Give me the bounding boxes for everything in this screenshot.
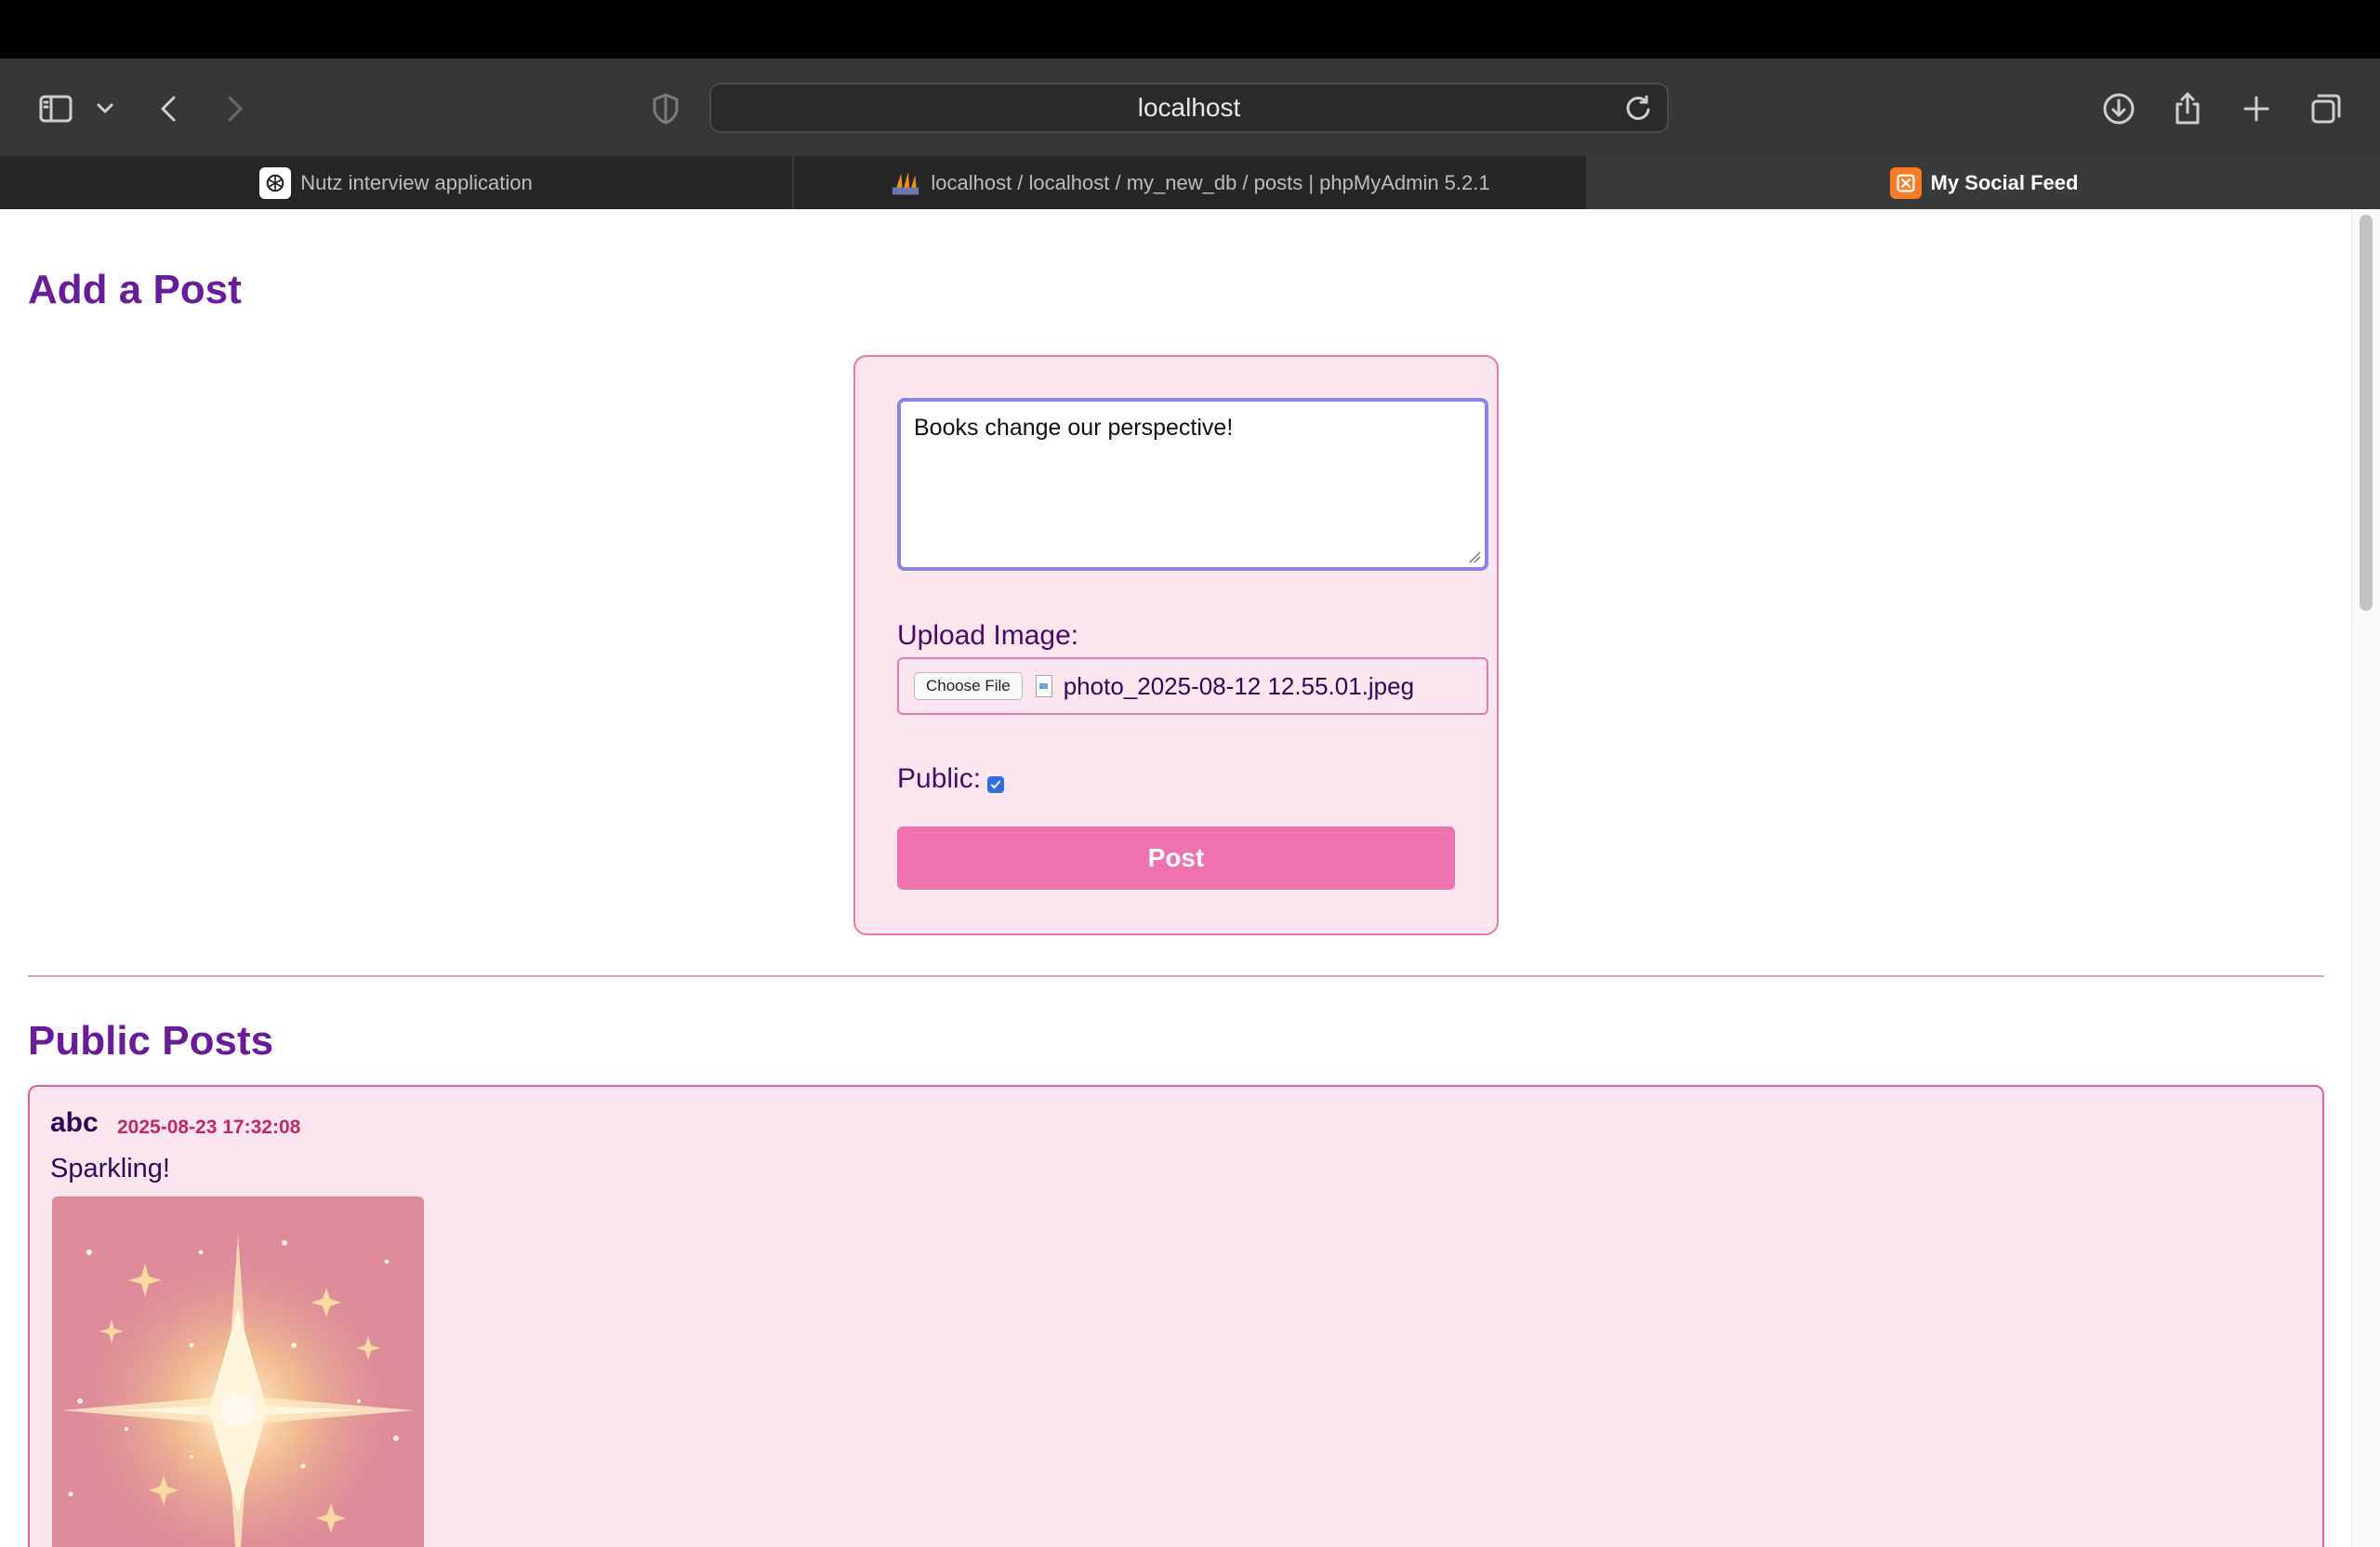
tab-label: My Social Feed [1930, 170, 2079, 194]
add-post-form: Books change our perspective! Upload Ima… [853, 355, 1499, 935]
phpmyadmin-icon [890, 167, 921, 199]
reload-icon[interactable] [1622, 92, 1654, 124]
tab-nutz-interview[interactable]: Nutz interview application [0, 156, 794, 209]
tab-label: localhost / localhost / my_new_db / post… [931, 170, 1490, 194]
section-divider [28, 975, 2324, 977]
tab-label: Nutz interview application [300, 170, 533, 194]
chevron-down-icon[interactable] [86, 86, 125, 131]
scrollbar-thumb[interactable] [2360, 215, 2373, 611]
browser-toolbar: localhost [0, 59, 2380, 157]
page-content: Add a Post Books change our perspective!… [0, 209, 2380, 1547]
upload-image-label: Upload Image: [897, 620, 1079, 651]
post-textarea-value: Books change our perspective! [914, 415, 1234, 441]
file-input[interactable]: Choose File photo_2025-08-12 12.55.01.jp… [897, 657, 1488, 715]
post-image-sparkle [52, 1197, 424, 1547]
window-titlebar [0, 0, 2380, 59]
tab-bar: Nutz interview application localhost / l… [0, 156, 2380, 209]
post-card: abc 2025-08-23 17:32:08 Sparkling! [28, 1085, 2324, 1547]
post-timestamp: 2025-08-23 17:32:08 [117, 1117, 301, 1138]
add-post-heading: Add a Post [28, 267, 242, 312]
tab-phpmyadmin[interactable]: localhost / localhost / my_new_db / post… [794, 156, 1588, 209]
back-arrow-icon[interactable] [147, 86, 192, 131]
xampp-icon [1889, 166, 1922, 199]
resize-handle-icon[interactable] [1468, 550, 1481, 563]
downloads-icon[interactable] [2096, 86, 2141, 131]
post-author: abc [50, 1107, 99, 1138]
privacy-shield-icon[interactable] [643, 86, 688, 131]
new-tab-icon[interactable] [2234, 86, 2279, 131]
sparkle-image [52, 1197, 424, 1547]
public-posts-heading: Public Posts [28, 1018, 274, 1064]
share-icon[interactable] [2165, 86, 2210, 131]
choose-file-button[interactable]: Choose File [914, 672, 1023, 700]
post-textarea[interactable]: Books change our perspective! [897, 398, 1488, 571]
page-scrollbar[interactable] [2351, 209, 2380, 1547]
selected-file-name: photo_2025-08-12 12.55.01.jpeg [1063, 671, 1415, 700]
checkmark-icon [990, 780, 1001, 789]
post-button[interactable]: Post [897, 826, 1455, 890]
tab-my-social-feed[interactable]: My Social Feed [1588, 156, 2380, 209]
tab-overview-icon[interactable] [2304, 86, 2348, 131]
sidebar-toggle-icon[interactable] [33, 86, 78, 131]
forward-arrow-icon[interactable] [212, 86, 257, 131]
address-bar-text: localhost [1137, 93, 1241, 122]
file-icon [1035, 675, 1052, 697]
address-bar[interactable]: localhost [709, 83, 1669, 133]
public-checkbox[interactable] [987, 776, 1004, 793]
post-text: Sparkling! [50, 1154, 170, 1183]
public-label: Public: [897, 763, 982, 794]
openai-icon [259, 166, 292, 199]
